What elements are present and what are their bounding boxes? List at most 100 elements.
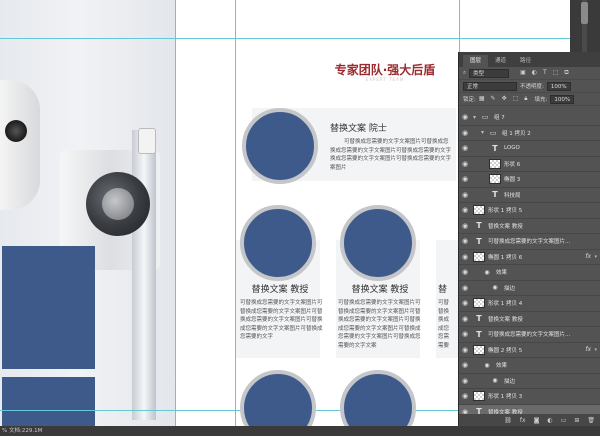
- layer-name[interactable]: 椭圆 2 拷贝 5: [488, 346, 522, 354]
- layer-row[interactable]: ◉ ◉ 效果: [459, 358, 600, 374]
- eye-icon[interactable]: ◉: [459, 330, 471, 338]
- eye-icon[interactable]: ◉: [459, 113, 471, 121]
- layer-row[interactable]: ◉ 椭圆 2 拷贝 5 fx ▾: [459, 343, 600, 358]
- fx-badge-icon[interactable]: fx: [585, 253, 591, 260]
- layer-name[interactable]: 组 1 拷贝 2: [502, 129, 531, 137]
- text-layer-icon: T: [476, 236, 482, 246]
- chevron-down-icon[interactable]: ▾: [594, 254, 597, 260]
- layer-row[interactable]: ◉ 形状 1 拷贝 3: [459, 389, 600, 405]
- layer-name[interactable]: 替换文案 教授: [488, 315, 523, 323]
- guide-horizontal[interactable]: [0, 38, 570, 39]
- eye-icon[interactable]: ◉: [459, 222, 471, 230]
- layer-row[interactable]: ◉ 椭圆 1 拷贝 6 fx ▾: [459, 250, 600, 265]
- eye-icon[interactable]: ◉: [459, 315, 471, 323]
- link-layers-icon[interactable]: ⛓: [504, 417, 512, 424]
- effect-eye-icon: ◉: [492, 284, 498, 292]
- fill-input[interactable]: 100%: [550, 94, 575, 104]
- scrollbar-thumb[interactable]: [581, 2, 588, 24]
- profile-name: 替: [438, 285, 448, 295]
- mask-icon[interactable]: ◙: [534, 417, 540, 424]
- eye-icon[interactable]: ◉: [459, 160, 471, 168]
- lock-paint-icon[interactable]: ✎: [491, 95, 496, 103]
- layer-name[interactable]: 椭圆 3: [504, 175, 520, 183]
- trash-icon[interactable]: 🗑︎: [587, 417, 595, 424]
- layer-row[interactable]: ◉ T 科技局: [459, 188, 600, 203]
- layer-row[interactable]: ◉ 形状 1 拷贝 5: [459, 203, 600, 219]
- chevron-down-icon[interactable]: ▾: [594, 347, 597, 353]
- layer-row[interactable]: ◉ ◉ 描边: [459, 374, 600, 389]
- fx-icon[interactable]: fx: [520, 417, 526, 424]
- eye-icon[interactable]: ◉: [459, 191, 471, 199]
- layer-name[interactable]: 科技局: [504, 191, 521, 199]
- layer-row[interactable]: ◉ ◉ 描边: [459, 281, 600, 296]
- folder-icon: ▭: [481, 113, 489, 122]
- eye-icon[interactable]: ◉: [459, 129, 471, 137]
- type-filter-icon[interactable]: T: [543, 69, 547, 77]
- layer-name[interactable]: 组 7: [494, 113, 505, 121]
- lock-position-icon[interactable]: ✥: [502, 95, 507, 103]
- layer-row[interactable]: ◉ T 可替换成您需要的文字文案图片...: [459, 327, 600, 343]
- pixel-filter-icon[interactable]: ▣: [520, 69, 526, 77]
- adjustment-icon[interactable]: ◐: [547, 417, 552, 424]
- smart-object-filter-icon[interactable]: ⧉: [564, 69, 568, 77]
- layer-kind-select[interactable]: 类型: [469, 68, 510, 78]
- layer-name[interactable]: 形状 6: [504, 160, 520, 168]
- eye-icon[interactable]: ◉: [459, 299, 471, 307]
- layer-name[interactable]: 替换文案 教授: [488, 222, 523, 230]
- eye-icon[interactable]: ◉: [459, 284, 471, 292]
- panel-tabs: 图层 通道 路径: [459, 52, 600, 67]
- eye-icon[interactable]: ◉: [459, 346, 471, 354]
- lock-all-icon[interactable]: 🔒︎: [524, 95, 527, 103]
- folder-icon: ▭: [489, 128, 497, 137]
- new-group-icon[interactable]: ▭: [561, 417, 567, 424]
- opacity-label: 不透明度:: [520, 84, 544, 90]
- layer-name[interactable]: 描边: [504, 284, 515, 292]
- layer-row[interactable]: ◉ 形状 6: [459, 157, 600, 172]
- new-layer-icon[interactable]: ⊞: [574, 417, 579, 424]
- eye-icon[interactable]: ◉: [459, 175, 471, 183]
- featured-avatar-circle: [242, 108, 318, 184]
- layer-name[interactable]: 效果: [496, 268, 507, 276]
- layer-row[interactable]: ◉ 形状 1 拷贝 4: [459, 296, 600, 312]
- layer-row[interactable]: ◉ T 替换文案 教授: [459, 312, 600, 327]
- eye-icon[interactable]: ◉: [459, 237, 471, 245]
- fx-badge-icon[interactable]: fx: [585, 346, 591, 353]
- layer-name[interactable]: 可替换成您需要的文字文案图片...: [488, 330, 570, 338]
- layer-row[interactable]: ◉ ▾ ▭ 组 1 拷贝 2: [459, 126, 600, 141]
- layer-name[interactable]: 可替换成您需要的文字文案图片...: [488, 237, 570, 245]
- featured-description: 可替换成您需要的文字文案图片可替换成您 换成您需要的文字文案图片可替换成您需要的…: [330, 138, 454, 172]
- tab-paths[interactable]: 路径: [513, 55, 538, 67]
- layer-name[interactable]: 描边: [504, 377, 515, 385]
- layer-name[interactable]: 形状 1 拷贝 4: [488, 299, 522, 307]
- eye-icon[interactable]: ◉: [459, 253, 471, 261]
- tab-layers[interactable]: 图层: [463, 55, 489, 67]
- lock-artboard-icon[interactable]: ⬚: [513, 95, 519, 103]
- eye-icon[interactable]: ◉: [459, 361, 471, 369]
- layer-name[interactable]: 形状 1 拷贝 5: [488, 206, 522, 214]
- guide-vertical[interactable]: [235, 0, 236, 426]
- shape-filter-icon[interactable]: ⬚: [553, 69, 559, 77]
- opacity-input[interactable]: 100%: [546, 81, 571, 91]
- text-layer-icon: T: [476, 329, 482, 339]
- layer-name[interactable]: 效果: [496, 361, 507, 369]
- eye-icon[interactable]: ◉: [459, 377, 471, 385]
- eye-icon[interactable]: ◉: [459, 144, 471, 152]
- blend-mode-select[interactable]: 正常: [463, 81, 517, 91]
- adjustment-filter-icon[interactable]: ◐: [532, 69, 537, 77]
- layer-row[interactable]: ◉ T 可替换成您需要的文字文案图片...: [459, 234, 600, 250]
- tab-channels[interactable]: 通道: [488, 55, 513, 67]
- layer-name[interactable]: 形状 1 拷贝 3: [488, 392, 522, 400]
- lock-transparency-icon[interactable]: ▦: [479, 95, 485, 103]
- layer-row[interactable]: ◉ ◉ 效果: [459, 265, 600, 281]
- layer-row[interactable]: ◉ T LOGO: [459, 141, 600, 157]
- eye-icon[interactable]: ◉: [459, 392, 471, 400]
- eye-icon[interactable]: ◉: [459, 206, 471, 214]
- eye-icon[interactable]: ◉: [459, 268, 471, 276]
- layer-row[interactable]: ◉ T 替换文案 教授: [459, 219, 600, 234]
- layer-name[interactable]: LOGO: [504, 145, 520, 151]
- layer-row[interactable]: ◉ ▾ ▭ 组 7: [459, 110, 600, 126]
- desc-line: 换成您需要的文字文案图片可替换: [338, 317, 421, 324]
- layer-name[interactable]: 椭圆 1 拷贝 6: [488, 253, 522, 261]
- guide-vertical[interactable]: [175, 0, 176, 426]
- layer-row[interactable]: ◉ 椭圆 3: [459, 172, 600, 188]
